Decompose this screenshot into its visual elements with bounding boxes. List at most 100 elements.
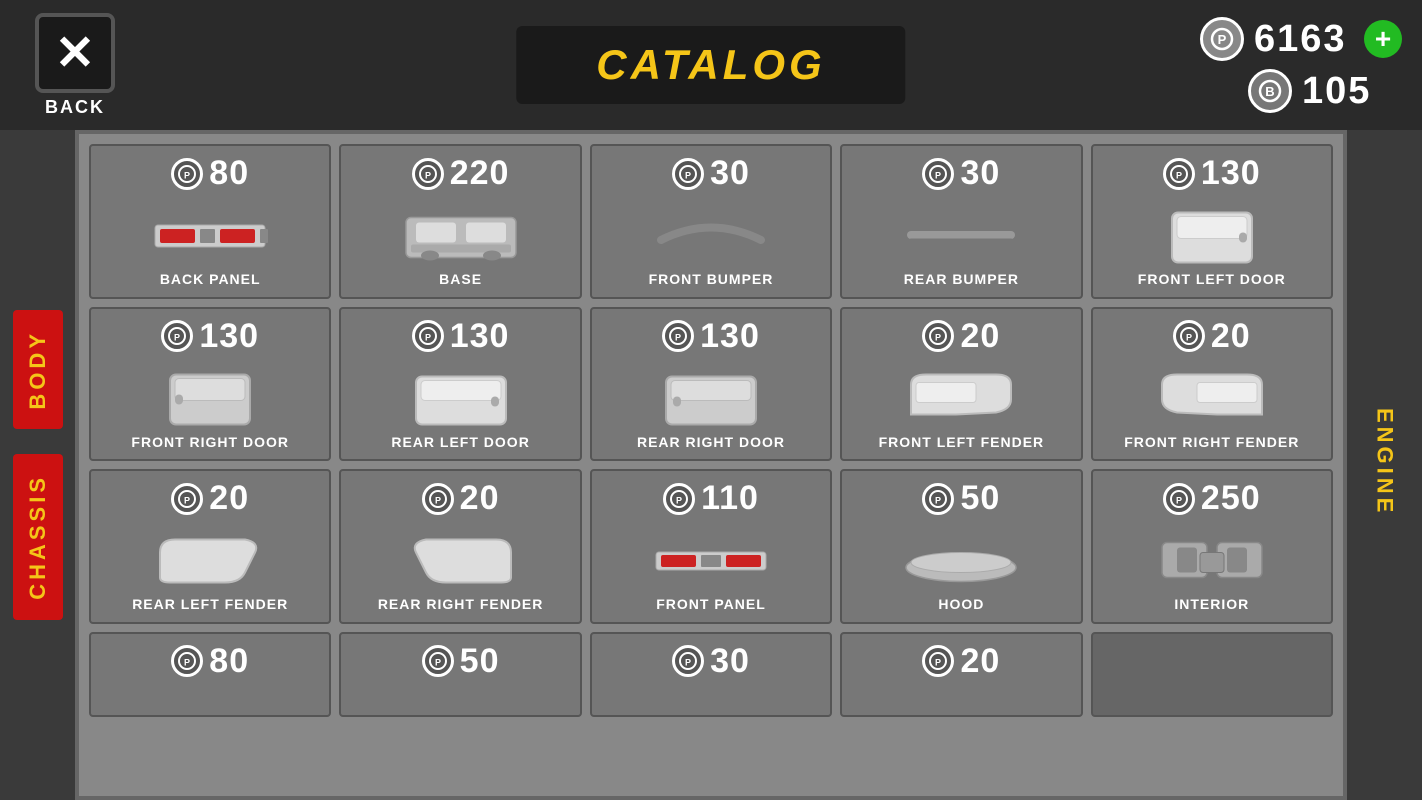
item-front-left-door[interactable]: P 130 FRONT LEFT DOOR xyxy=(1091,144,1333,299)
svg-text:B: B xyxy=(1265,84,1274,99)
item-row4-2[interactable]: P 50 xyxy=(339,632,581,717)
add-gold-button[interactable]: + xyxy=(1364,20,1402,58)
price-coin-icon: P xyxy=(171,158,203,190)
item-name: BACK PANEL xyxy=(160,270,261,288)
left-sidebar: BODY CHASSIS xyxy=(0,130,75,800)
item-name: BASE xyxy=(439,270,482,288)
item-front-left-fender[interactable]: P 20 FRONT LEFT FENDER xyxy=(840,307,1082,462)
item-image xyxy=(96,362,324,433)
chassis-tab-label: CHASSIS xyxy=(25,474,51,600)
price-coin-icon: P xyxy=(1163,483,1195,515)
price-coin-icon: P xyxy=(412,320,444,352)
item-rear-left-door[interactable]: P 130 REAR LEFT DOOR xyxy=(339,307,581,462)
svg-text:P: P xyxy=(1176,495,1182,505)
item-image xyxy=(847,199,1075,270)
catalog-title-text: CATALOG xyxy=(596,41,825,89)
item-front-right-door[interactable]: P 130 FRONT RIGHT DOOR xyxy=(89,307,331,462)
bitcoin-currency-row: B 105 xyxy=(1248,69,1402,113)
price-row: P 130 xyxy=(662,317,760,356)
price-row: P 80 xyxy=(171,154,249,193)
svg-text:P: P xyxy=(1218,32,1227,47)
price-coin-icon: P xyxy=(171,483,203,515)
back-label: BACK xyxy=(45,97,105,118)
price-coin-icon: P xyxy=(663,483,695,515)
item-rear-right-fender[interactable]: P 20 REAR RIGHT FENDER xyxy=(339,469,581,624)
item-image xyxy=(597,199,825,270)
item-hood[interactable]: P 50 HOOD xyxy=(840,469,1082,624)
item-image xyxy=(597,524,825,595)
svg-text:P: P xyxy=(676,495,682,505)
price-coin-icon: P xyxy=(672,158,704,190)
catalog-title-panel: CATALOG xyxy=(516,26,905,104)
bitcoin-amount: 105 xyxy=(1302,70,1402,113)
item-name: REAR RIGHT FENDER xyxy=(378,595,544,613)
item-row4-4[interactable]: P 20 xyxy=(840,632,1082,717)
sidebar-tab-engine[interactable]: ENGINE xyxy=(1364,388,1406,541)
item-name: FRONT BUMPER xyxy=(649,270,774,288)
item-row4-3[interactable]: P 30 xyxy=(590,632,832,717)
item-name: HOOD xyxy=(938,595,984,613)
item-front-panel[interactable]: P 110 FRONT PANEL xyxy=(590,469,832,624)
svg-text:P: P xyxy=(184,658,190,668)
price-row: P 20 xyxy=(922,317,1000,356)
price-row: P 50 xyxy=(922,479,1000,518)
item-name: FRONT RIGHT DOOR xyxy=(131,433,289,451)
price-amount: 20 xyxy=(1211,317,1251,356)
price-coin-icon: P xyxy=(422,645,454,677)
price-row: P 130 xyxy=(412,317,510,356)
price-row: P 80 xyxy=(171,642,249,681)
price-row: P 250 xyxy=(1163,479,1261,518)
item-rear-right-door[interactable]: P 130 REAR RIGHT DOOR xyxy=(590,307,832,462)
item-rear-bumper[interactable]: P 30 REAR BUMPER xyxy=(840,144,1082,299)
gold-amount: 6163 xyxy=(1254,18,1354,61)
price-coin-icon: P xyxy=(171,645,203,677)
item-image xyxy=(1098,524,1326,595)
currency-panel: P 6163 + B 105 xyxy=(1200,17,1402,113)
item-name: FRONT RIGHT FENDER xyxy=(1124,433,1299,451)
price-row: P 130 xyxy=(1163,154,1261,193)
main-area: BODY CHASSIS P 80 xyxy=(0,130,1422,800)
svg-text:P: P xyxy=(1176,170,1182,180)
price-amount: 130 xyxy=(1201,154,1261,193)
item-name: REAR LEFT DOOR xyxy=(391,433,529,451)
item-interior[interactable]: P 250 INTERIOR xyxy=(1091,469,1333,624)
item-image xyxy=(346,362,574,433)
item-rear-left-fender[interactable]: P 20 REAR LEFT FENDER xyxy=(89,469,331,624)
item-name: REAR BUMPER xyxy=(904,270,1019,288)
item-front-bumper[interactable]: P 30 FRONT BUMPER xyxy=(590,144,832,299)
price-row: P 20 xyxy=(171,479,249,518)
item-back-panel[interactable]: P 80 BACK PANEL xyxy=(89,144,331,299)
price-amount: 220 xyxy=(450,154,510,193)
item-image xyxy=(597,362,825,433)
price-coin-icon: P xyxy=(922,158,954,190)
price-row: P 20 xyxy=(422,479,500,518)
price-coin-icon: P xyxy=(1163,158,1195,190)
price-coin-icon: P xyxy=(412,158,444,190)
price-row: P 30 xyxy=(672,642,750,681)
price-amount: 130 xyxy=(450,317,510,356)
price-amount: 30 xyxy=(710,154,750,193)
item-image xyxy=(847,524,1075,595)
sidebar-tab-body[interactable]: BODY xyxy=(13,310,63,430)
price-amount: 50 xyxy=(960,479,1000,518)
sidebar-tab-chassis[interactable]: CHASSIS xyxy=(13,454,63,620)
item-name: FRONT LEFT FENDER xyxy=(879,433,1045,451)
price-amount: 20 xyxy=(960,317,1000,356)
item-front-right-fender[interactable]: P 20 FRONT RIGHT FENDER xyxy=(1091,307,1333,462)
item-image xyxy=(346,524,574,595)
price-coin-icon: P xyxy=(922,483,954,515)
item-name: FRONT LEFT DOOR xyxy=(1138,270,1286,288)
item-row4-1[interactable]: P 80 xyxy=(89,632,331,717)
price-amount: 250 xyxy=(1201,479,1261,518)
svg-text:P: P xyxy=(425,333,431,343)
price-coin-icon: P xyxy=(662,320,694,352)
price-row: P 20 xyxy=(1173,317,1251,356)
svg-text:P: P xyxy=(1186,333,1192,343)
price-amount: 130 xyxy=(700,317,760,356)
price-row: P 30 xyxy=(922,154,1000,193)
svg-text:P: P xyxy=(675,333,681,343)
svg-text:P: P xyxy=(935,170,941,180)
back-button[interactable]: ✕ BACK xyxy=(20,13,130,118)
price-row: P 20 xyxy=(922,642,1000,681)
item-base[interactable]: P 220 BASE xyxy=(339,144,581,299)
